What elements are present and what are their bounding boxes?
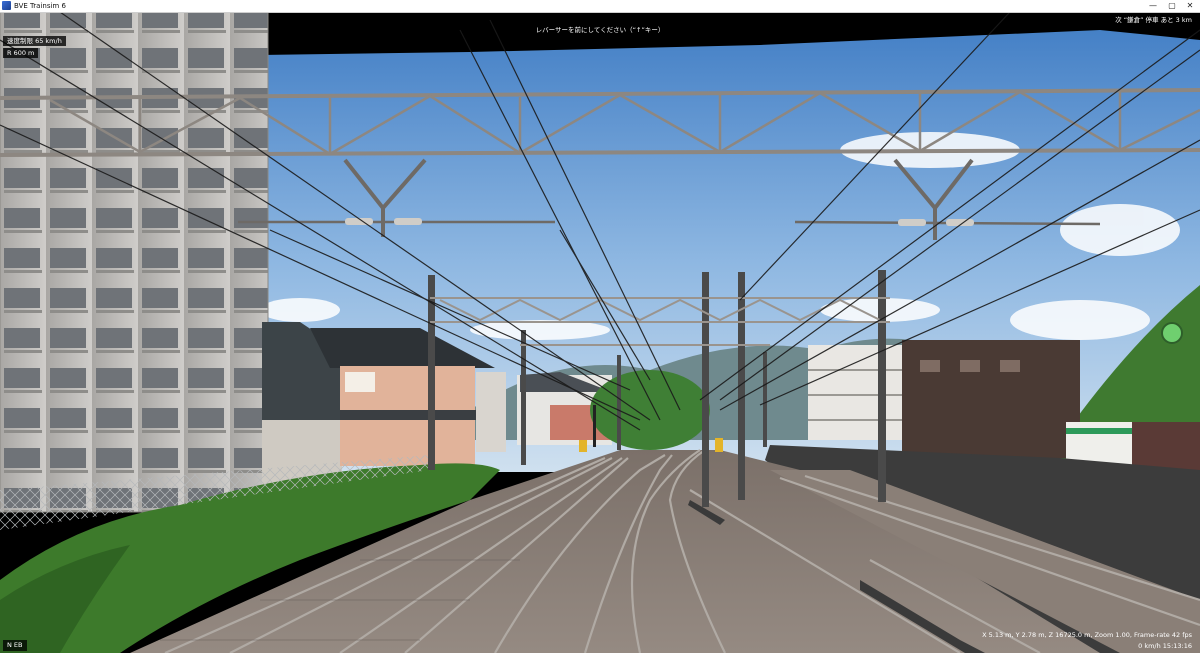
app-window: BVE Trainsim 6 — ▢ ✕ 速度制限 65 km/h R 600 … bbox=[0, 0, 1200, 653]
title-bar[interactable]: BVE Trainsim 6 — ▢ ✕ bbox=[0, 0, 1200, 13]
brown-building bbox=[902, 340, 1080, 458]
maximize-button[interactable]: ▢ bbox=[1163, 0, 1181, 12]
window-title: BVE Trainsim 6 bbox=[14, 2, 66, 10]
signal-indicator-icon bbox=[1161, 322, 1183, 344]
apartment-right bbox=[808, 345, 904, 440]
simulator-viewport[interactable]: 速度制限 65 km/h R 600 m レバーサーを前にしてください（“↑”キ… bbox=[0, 12, 1200, 653]
reverser-notch-indicator: N EB bbox=[3, 640, 27, 651]
left-apartment-building bbox=[0, 12, 268, 512]
curve-radius-label: R 600 m bbox=[3, 48, 39, 58]
next-station-label: 次 “鎌倉” 停車 あと 3 km bbox=[1115, 16, 1192, 24]
speed-limit-label: 速度制限 65 km/h bbox=[3, 36, 66, 46]
camera-stats: X 5.13 m, Y 2.78 m, Z 16725.0 m, Zoom 1.… bbox=[982, 631, 1192, 639]
bve-app-icon bbox=[2, 1, 11, 10]
railway-scene bbox=[0, 12, 1200, 653]
speed-clock-readout: 0 km/h 15:13:16 bbox=[1138, 642, 1192, 650]
minimize-button[interactable]: — bbox=[1144, 0, 1162, 12]
close-button[interactable]: ✕ bbox=[1181, 0, 1199, 12]
reverser-notice: レバーサーを前にしてください（“↑”キー） bbox=[535, 26, 665, 34]
